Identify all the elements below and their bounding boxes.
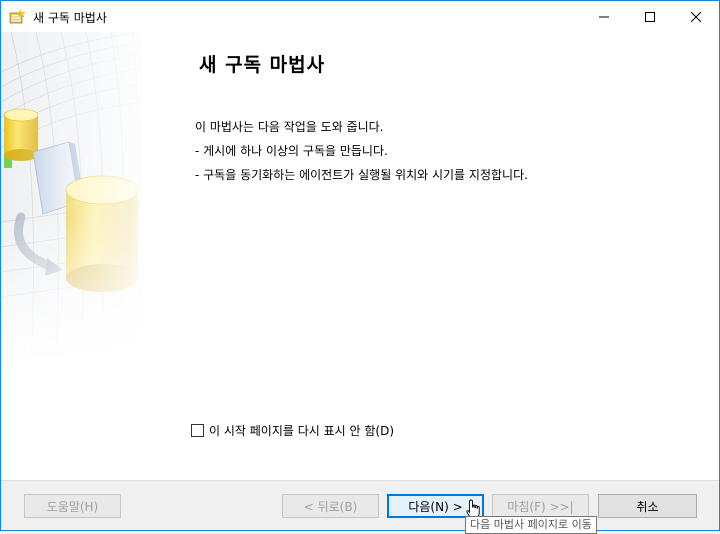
skip-welcome-checkbox-row[interactable]: 이 시작 페이지를 다시 표시 안 함(D) (191, 422, 394, 439)
close-icon (691, 11, 701, 22)
title-bar[interactable]: 새 구독 마법사 (1, 1, 719, 32)
finish-button[interactable]: 마침(F) >>| (492, 494, 589, 518)
help-button[interactable]: 도움말(H) (24, 494, 121, 518)
wizard-app-icon (9, 9, 25, 24)
close-button[interactable] (673, 1, 719, 32)
button-bar: 도움말(H) < 뒤로(B) 다음(N) > 마침(F) >>| 취소 (1, 480, 719, 530)
bullet-agent-schedule: - 구독을 동기화하는 에이전트가 실행될 위치와 시기를 지정합니다. (195, 168, 528, 182)
maximize-icon (645, 11, 655, 22)
maximize-button[interactable] (627, 1, 673, 32)
skip-welcome-label[interactable]: 이 시작 페이지를 다시 표시 안 함(D) (209, 422, 394, 439)
window-title: 새 구독 마법사 (33, 11, 107, 25)
database-sync-illustration (1, 32, 143, 362)
next-button-tooltip: 다음 마법사 페이지로 이동 (465, 516, 597, 534)
minimize-button[interactable] (581, 1, 627, 32)
wizard-window: 새 구독 마법사 새 구독 마법사 이 마법사는 다음 작업을 도와 줍니다. … (0, 0, 720, 531)
bullet-create-subscription: - 게시에 하나 이상의 구독을 만듭니다. (195, 144, 388, 158)
skip-welcome-checkbox[interactable] (191, 424, 204, 437)
intro-text: 이 마법사는 다음 작업을 도와 줍니다. (195, 120, 384, 134)
wizard-content: 새 구독 마법사 이 마법사는 다음 작업을 도와 줍니다. - 게시에 하나 … (143, 32, 719, 480)
page-title: 새 구독 마법사 (199, 54, 326, 76)
back-button[interactable]: < 뒤로(B) (282, 494, 379, 518)
cancel-button[interactable]: 취소 (598, 494, 697, 518)
wizard-banner-image (1, 32, 143, 362)
minimize-icon (599, 16, 609, 17)
